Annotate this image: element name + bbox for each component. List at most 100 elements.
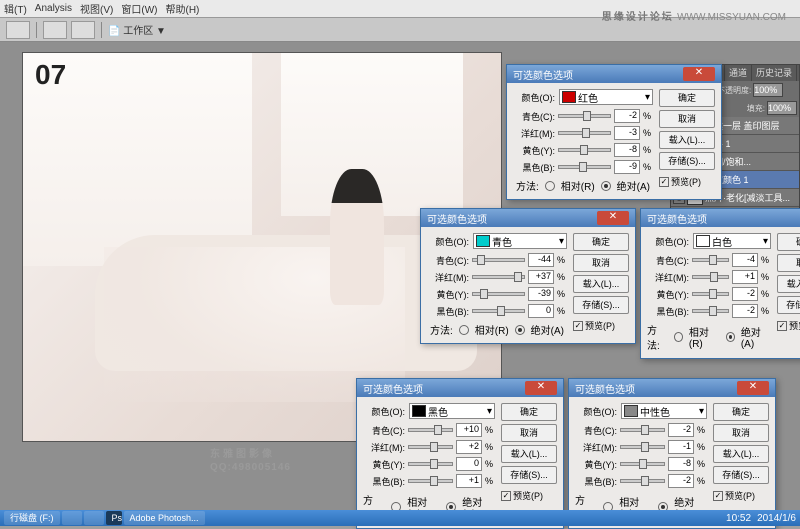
save-button[interactable]: 存储(S)... [573, 296, 629, 314]
tool-icon[interactable] [6, 21, 30, 39]
save-button[interactable]: 存储(S)... [501, 466, 557, 484]
taskbar-explorer[interactable]: 行磁盘 (F:) [4, 511, 60, 525]
taskbar-app-2[interactable] [84, 511, 104, 525]
cyan-value[interactable]: +10 [456, 423, 482, 437]
load-button[interactable]: 载入(L)... [659, 131, 715, 149]
preview-checkbox[interactable]: ✓ [713, 491, 723, 501]
cyan-value[interactable]: -2 [668, 423, 694, 437]
close-icon[interactable]: ✕ [597, 211, 629, 225]
magenta-slider[interactable] [472, 275, 525, 279]
black-value[interactable]: -2 [668, 474, 694, 488]
color-select[interactable]: 黑色▾ [409, 403, 495, 419]
opacity-input[interactable] [753, 83, 783, 97]
black-slider[interactable] [620, 479, 665, 483]
magenta-value[interactable]: -1 [668, 440, 694, 454]
black-slider[interactable] [692, 309, 729, 313]
color-select[interactable]: 红色▾ [559, 89, 653, 105]
tool-opt-1[interactable] [43, 21, 67, 39]
black-slider[interactable] [408, 479, 453, 483]
taskbar-photoshop[interactable]: Adobe Photosh... [124, 511, 205, 525]
yellow-slider[interactable] [620, 462, 665, 466]
cancel-button[interactable]: 取消 [573, 254, 629, 272]
close-icon[interactable]: ✕ [683, 67, 715, 81]
menu-analysis[interactable]: Analysis [35, 3, 72, 14]
black-value[interactable]: +1 [456, 474, 482, 488]
black-slider[interactable] [558, 165, 611, 169]
relative-radio[interactable] [674, 332, 683, 342]
magenta-slider[interactable] [692, 275, 729, 279]
cyan-slider[interactable] [620, 428, 665, 432]
dialog-titlebar[interactable]: 可选颜色选项✕ [357, 379, 563, 397]
black-value[interactable]: -9 [614, 160, 640, 174]
load-button[interactable]: 载入(L)... [713, 445, 769, 463]
ok-button[interactable]: 确定 [777, 233, 800, 251]
workspace-switcher[interactable]: 📄 工作区 ▼ [108, 22, 166, 37]
load-button[interactable]: 载入(L)... [777, 275, 800, 293]
tool-opt-2[interactable] [71, 21, 95, 39]
ok-button[interactable]: 确定 [501, 403, 557, 421]
magenta-slider[interactable] [620, 445, 665, 449]
menu-help[interactable]: 帮助(H) [165, 1, 199, 16]
cancel-button[interactable]: 取消 [501, 424, 557, 442]
taskbar-app-1[interactable] [62, 511, 82, 525]
dialog-titlebar[interactable]: 可选颜色选项✕ [641, 209, 800, 227]
preview-checkbox[interactable]: ✓ [659, 177, 669, 187]
magenta-value[interactable]: +37 [528, 270, 554, 284]
absolute-radio[interactable] [726, 332, 735, 342]
save-button[interactable]: 存储(S)... [777, 296, 800, 314]
magenta-slider[interactable] [408, 445, 453, 449]
yellow-slider[interactable] [692, 292, 729, 296]
ok-button[interactable]: 确定 [659, 89, 715, 107]
close-icon[interactable]: ✕ [737, 381, 769, 395]
magenta-value[interactable]: -3 [614, 126, 640, 140]
yellow-value[interactable]: -8 [668, 457, 694, 471]
menu-view[interactable]: 视图(V) [80, 1, 113, 16]
magenta-slider[interactable] [558, 131, 611, 135]
save-button[interactable]: 存储(S)... [713, 466, 769, 484]
color-select[interactable]: 白色▾ [693, 233, 771, 249]
load-button[interactable]: 载入(L)... [501, 445, 557, 463]
yellow-value[interactable]: -8 [614, 143, 640, 157]
cyan-value[interactable]: -2 [614, 109, 640, 123]
ok-button[interactable]: 确定 [713, 403, 769, 421]
fill-input[interactable] [767, 101, 797, 115]
save-button[interactable]: 存储(S)... [659, 152, 715, 170]
cyan-slider[interactable] [472, 258, 525, 262]
relative-radio[interactable] [459, 325, 469, 335]
magenta-value[interactable]: +1 [732, 270, 758, 284]
preview-checkbox[interactable]: ✓ [573, 321, 583, 331]
taskbar-ps-icon[interactable]: Ps [106, 511, 122, 525]
absolute-radio[interactable] [601, 181, 611, 191]
cancel-button[interactable]: 取消 [713, 424, 769, 442]
cyan-slider[interactable] [408, 428, 453, 432]
cyan-slider[interactable] [692, 258, 729, 262]
black-slider[interactable] [472, 309, 525, 313]
yellow-value[interactable]: 0 [456, 457, 482, 471]
cyan-slider[interactable] [558, 114, 611, 118]
cyan-value[interactable]: -4 [732, 253, 758, 267]
preview-checkbox[interactable]: ✓ [501, 491, 511, 501]
dialog-titlebar[interactable]: 可选颜色选项✕ [421, 209, 635, 227]
yellow-slider[interactable] [408, 462, 453, 466]
color-select[interactable]: 青色▾ [473, 233, 567, 249]
menu-edit[interactable]: 辑(T) [4, 1, 27, 16]
cancel-button[interactable]: 取消 [777, 254, 800, 272]
yellow-value[interactable]: -2 [732, 287, 758, 301]
tab-history[interactable]: 历史记录 [752, 65, 797, 81]
menu-window[interactable]: 窗口(W) [121, 1, 157, 16]
close-icon[interactable]: ✕ [525, 381, 557, 395]
black-value[interactable]: -2 [732, 304, 758, 318]
relative-radio[interactable] [545, 181, 555, 191]
cancel-button[interactable]: 取消 [659, 110, 715, 128]
preview-checkbox[interactable]: ✓ [777, 321, 787, 331]
tab-channels[interactable]: 通道 [725, 65, 752, 81]
ok-button[interactable]: 确定 [573, 233, 629, 251]
color-select[interactable]: 中性色▾ [621, 403, 707, 419]
yellow-slider[interactable] [472, 292, 525, 296]
black-value[interactable]: 0 [528, 304, 554, 318]
yellow-slider[interactable] [558, 148, 611, 152]
load-button[interactable]: 载入(L)... [573, 275, 629, 293]
yellow-value[interactable]: -39 [528, 287, 554, 301]
absolute-radio[interactable] [515, 325, 525, 335]
magenta-value[interactable]: +2 [456, 440, 482, 454]
